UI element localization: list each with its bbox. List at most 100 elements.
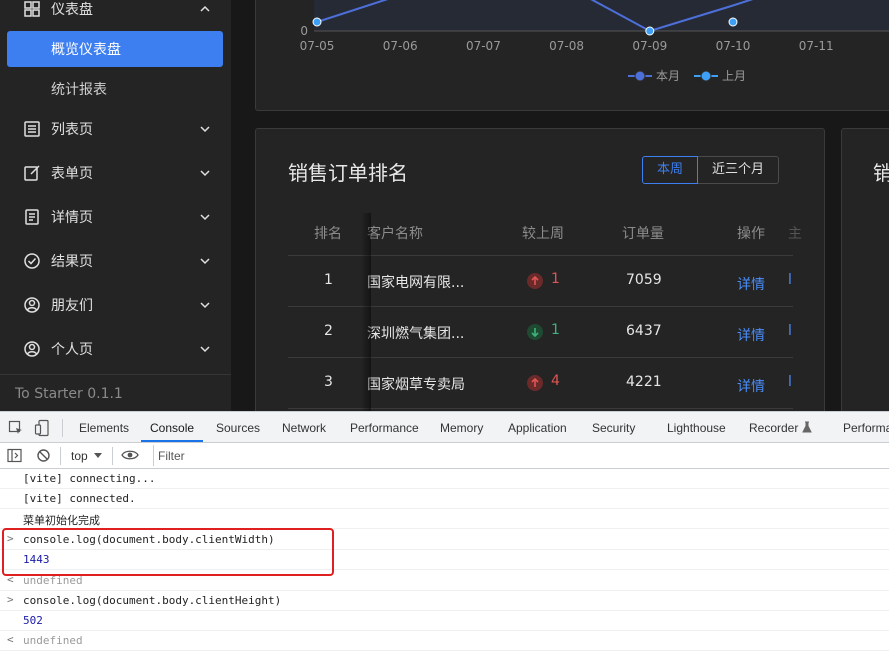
chevron-up-icon [200,5,210,12]
extra-link[interactable]: l [788,272,792,288]
sidebar-item-detail[interactable]: 详情页 [0,202,231,232]
sidebar-item-label: 个人页 [51,342,93,358]
sidebar-item-profile[interactable]: 个人页 [0,334,231,364]
rank-cell: 3 [324,374,333,390]
log-text: [vite] connected. [23,492,136,505]
x-tick-label: 07-11 [799,39,834,53]
menu-group-dashboard[interactable]: 仪表盘 [0,0,231,24]
version-label: To Starter 0.1.1 [15,386,123,402]
chevron-down-icon [200,126,210,133]
tab-performance-insights[interactable]: Performa [843,421,889,435]
tab-application[interactable]: Application [508,421,567,435]
col-header-customer: 客户名称 [367,226,423,242]
divider [60,447,61,465]
chevron-down-icon [200,170,210,177]
tab-security[interactable]: Security [592,421,635,435]
sidebar-item-list[interactable]: 列表页 [0,114,231,144]
chart-card: 02007-0507-0607-0707-0807-0907-1007-110本… [255,0,889,111]
orders-cell: 7059 [626,272,662,288]
arrow-up-icon [527,375,543,391]
detail-link[interactable]: 详情 [737,325,765,345]
edit-icon [24,165,40,181]
period-tabs: 本周 近三个月 [642,156,780,184]
tab-lighthouse[interactable]: Lighthouse [667,421,726,435]
tab-three-months[interactable]: 近三个月 [698,156,780,184]
card-title: 销售订单排名 [288,161,408,185]
submenu-label: 概览仪表盘 [51,42,121,58]
check-circle-icon [24,253,40,269]
chevron-down-icon [200,346,210,353]
chevron-down-icon [200,258,210,265]
tab-elements[interactable]: Elements [79,421,129,435]
sidebar-item-label: 表单页 [51,166,93,182]
detail-link[interactable]: 详情 [737,376,765,396]
log-text: [vite] connecting... [23,472,156,485]
filter-box [153,445,889,466]
sidebar-item-form[interactable]: 表单页 [0,158,231,188]
submenu-label: 统计报表 [51,82,107,98]
device-toolbar-icon[interactable] [34,419,50,437]
rank-cell: 1 [324,272,333,288]
tab-performance[interactable]: Performance [350,421,419,435]
sidebar-item-label: 结果页 [51,254,93,270]
sidebar-item-friends[interactable]: 朋友们 [0,290,231,320]
tab-sources[interactable]: Sources [216,421,260,435]
clear-console-icon[interactable] [36,448,51,463]
submenu-stats[interactable]: 统计报表 [7,71,223,107]
x-tick-label: 07-10 [716,39,751,53]
extra-link[interactable]: l [788,323,792,339]
tab-console[interactable]: Console [150,421,194,435]
x-tick-label: 07-05 [300,39,335,53]
x-tick-label: 07-09 [632,39,667,53]
sidebar-item-result[interactable]: 结果页 [0,246,231,276]
col-header-action: 操作 [737,226,765,242]
user-circle-icon [24,341,40,357]
log-text: 502 [23,614,43,627]
extra-link[interactable]: l [788,374,792,390]
log-line: [vite] connected. [0,489,889,509]
legend-label: 上月 [722,69,746,83]
sales-rank-card: 销售订单排名 本周 近三个月 排名 客户名称 较上周 订单量 操作 主 1 国家… [255,128,825,411]
user-circle-icon [24,297,40,313]
customer-cell: 国家电网有限... [367,275,465,291]
orders-cell: 6437 [626,323,662,339]
log-text: 菜单初始化完成 [23,514,100,527]
eye-icon[interactable] [121,449,139,461]
submenu-overview[interactable]: 概览仪表盘 [7,31,223,67]
log-line: 菜单初始化完成 [0,509,889,529]
devtools-tabbar: Elements Console Sources Network Perform… [0,412,889,443]
sidebar-item-label: 详情页 [51,210,93,226]
tab-network[interactable]: Network [282,421,326,435]
red-highlight-annotation [2,528,334,576]
orders-cell: 4221 [626,374,662,390]
inspect-element-icon[interactable] [8,420,24,436]
divider [62,419,63,437]
console-toolbar: top [0,443,889,469]
rank-cell: 2 [324,323,333,339]
log-line: 502 [0,611,889,631]
sidebar-toggle-icon[interactable] [7,448,22,463]
caret-down-icon [94,453,102,458]
log-line: < undefined [0,631,889,651]
x-tick-label: 07-06 [383,39,418,53]
legend-swatch-dot [634,70,646,82]
col-header-orders: 订单量 [622,226,664,242]
return-prompt-icon: < [7,633,14,646]
filter-input[interactable] [158,447,458,464]
fixed-column-shadow [361,213,371,411]
log-line: [vite] connecting... [0,469,889,489]
change-value: 1 [551,271,560,287]
tab-memory[interactable]: Memory [440,421,483,435]
line-chart: 02007-0507-0607-0707-0807-0907-1007-110本… [300,0,889,83]
sidebar: 仪表盘 概览仪表盘 统计报表 列表页 表单页 详情页 结果页 朋友们 个人页 T… [0,0,231,411]
legend-swatch-dot [700,70,712,82]
data-point [645,26,655,36]
context-select[interactable]: top [71,449,88,463]
chevron-down-icon [200,214,210,221]
tab-recorder[interactable]: Recorder [749,421,798,435]
customer-cell: 深圳燃气集团... [367,326,465,342]
detail-link[interactable]: 详情 [737,274,765,294]
app-area: 仪表盘 概览仪表盘 统计报表 列表页 表单页 详情页 结果页 朋友们 个人页 T… [0,0,889,411]
sidebar-item-label: 列表页 [51,122,93,138]
tab-this-week[interactable]: 本周 [642,156,699,184]
